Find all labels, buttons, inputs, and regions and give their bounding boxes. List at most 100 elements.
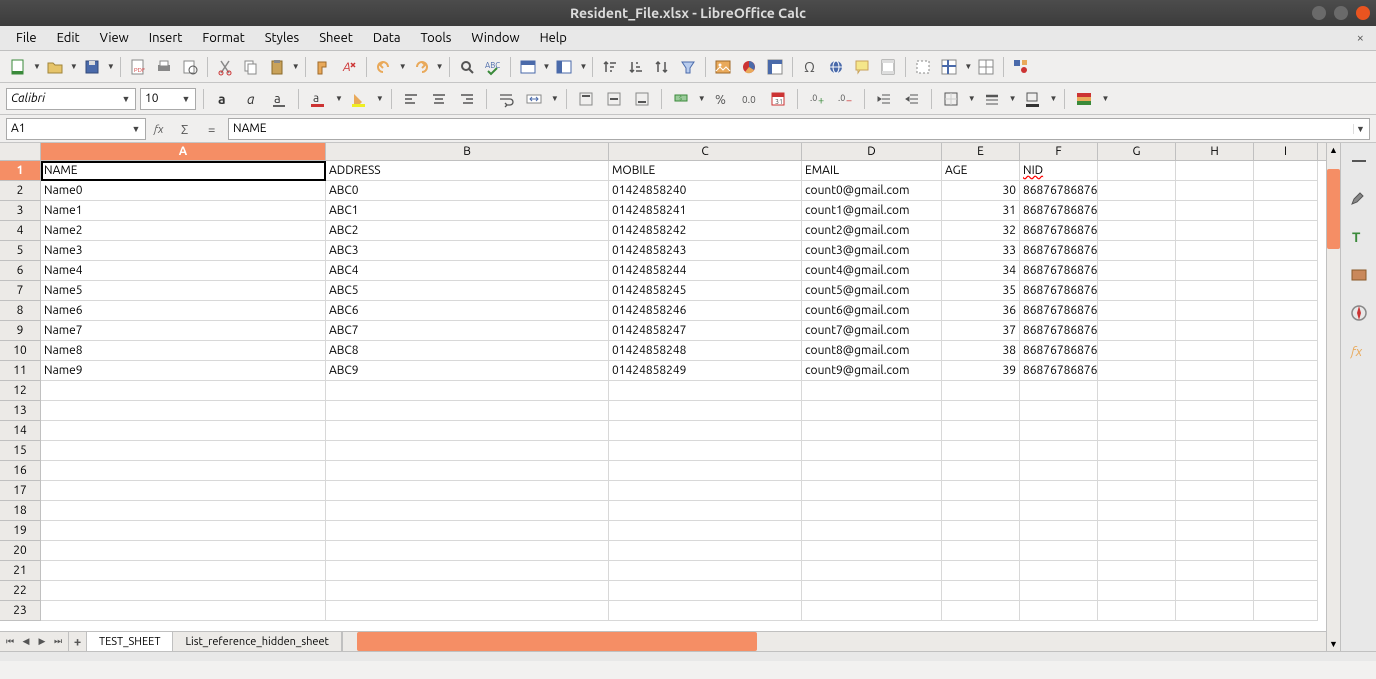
cell-B2[interactable]: ABC0 (326, 181, 609, 201)
cell-H9[interactable] (1176, 321, 1254, 341)
row-header-17[interactable]: 17 (0, 481, 41, 501)
cell-I23[interactable] (1254, 601, 1318, 621)
cell-B15[interactable] (326, 441, 609, 461)
cell-G20[interactable] (1098, 541, 1176, 561)
cell-A14[interactable] (41, 421, 326, 441)
cell-I5[interactable] (1254, 241, 1318, 261)
cell-B4[interactable]: ABC2 (326, 221, 609, 241)
sidebar-gallery-icon[interactable] (1347, 263, 1371, 287)
cell-E12[interactable] (942, 381, 1020, 401)
cell-E8[interactable]: 36 (942, 301, 1020, 321)
row-header-10[interactable]: 10 (0, 341, 41, 361)
column-header-E[interactable]: E (942, 143, 1020, 160)
undo-button[interactable] (372, 55, 396, 79)
cell-E14[interactable] (942, 421, 1020, 441)
cell-B12[interactable] (326, 381, 609, 401)
scroll-up-button[interactable]: ▲ (1327, 143, 1340, 157)
cell-C3[interactable]: 01424858241 (609, 201, 802, 221)
vscroll-thumb[interactable] (1327, 169, 1340, 249)
save-button[interactable] (80, 55, 104, 79)
row-header-6[interactable]: 6 (0, 261, 41, 281)
cell-B8[interactable]: ABC6 (326, 301, 609, 321)
menu-data[interactable]: Data (363, 28, 411, 48)
cell-F13[interactable] (1020, 401, 1098, 421)
cell-F2[interactable]: 86876786876870 (1020, 181, 1098, 201)
cell-F9[interactable]: 86876786876877 (1020, 321, 1098, 341)
cell-C14[interactable] (609, 421, 802, 441)
cell-D13[interactable] (802, 401, 942, 421)
font-size-combo[interactable]: 10▼ (140, 88, 196, 110)
cell-H21[interactable] (1176, 561, 1254, 581)
border-color-button[interactable] (1021, 87, 1045, 111)
align-top-button[interactable] (574, 87, 598, 111)
cell-C13[interactable] (609, 401, 802, 421)
menu-insert[interactable]: Insert (139, 28, 193, 48)
dropdown-arrow-icon[interactable]: ▼ (292, 62, 300, 71)
cell-D3[interactable]: count1@gmail.com (802, 201, 942, 221)
cell-A22[interactable] (41, 581, 326, 601)
cell-I6[interactable] (1254, 261, 1318, 281)
cell-G9[interactable] (1098, 321, 1176, 341)
cell-B11[interactable]: ABC9 (326, 361, 609, 381)
dropdown-arrow-icon[interactable]: ▼ (70, 62, 78, 71)
cell-I12[interactable] (1254, 381, 1318, 401)
define-print-area-button[interactable] (911, 55, 935, 79)
cell-D1[interactable]: EMAIL (802, 161, 942, 181)
cell-I19[interactable] (1254, 521, 1318, 541)
cell-E13[interactable] (942, 401, 1020, 421)
cell-F14[interactable] (1020, 421, 1098, 441)
row-header-22[interactable]: 22 (0, 581, 41, 601)
comment-button[interactable] (850, 55, 874, 79)
cell-B3[interactable]: ABC1 (326, 201, 609, 221)
cell-G22[interactable] (1098, 581, 1176, 601)
row-header-3[interactable]: 3 (0, 201, 41, 221)
cell-G15[interactable] (1098, 441, 1176, 461)
cell-G2[interactable] (1098, 181, 1176, 201)
bold-button[interactable]: a (211, 87, 235, 111)
cell-F4[interactable]: 86876786876872 (1020, 221, 1098, 241)
column-header-G[interactable]: G (1098, 143, 1176, 160)
row-header-8[interactable]: 8 (0, 301, 41, 321)
column-header-F[interactable]: F (1020, 143, 1098, 160)
row-header-20[interactable]: 20 (0, 541, 41, 561)
scroll-down-button[interactable]: ▼ (1327, 637, 1340, 651)
cell-H5[interactable] (1176, 241, 1254, 261)
cell-A3[interactable]: Name1 (41, 201, 326, 221)
cell-E6[interactable]: 34 (942, 261, 1020, 281)
freeze-rows-cols-button[interactable] (937, 55, 961, 79)
formula-button[interactable]: = (202, 118, 224, 140)
dropdown-arrow-icon[interactable]: ▼ (1101, 94, 1109, 103)
cell-A12[interactable] (41, 381, 326, 401)
cell-I15[interactable] (1254, 441, 1318, 461)
cell-F5[interactable]: 86876786876873 (1020, 241, 1098, 261)
cell-G1[interactable] (1098, 161, 1176, 181)
cell-D22[interactable] (802, 581, 942, 601)
cell-A9[interactable]: Name7 (41, 321, 326, 341)
cell-I2[interactable] (1254, 181, 1318, 201)
print-button[interactable] (152, 55, 176, 79)
cell-I8[interactable] (1254, 301, 1318, 321)
cell-H11[interactable] (1176, 361, 1254, 381)
cell-A13[interactable] (41, 401, 326, 421)
cell-G11[interactable] (1098, 361, 1176, 381)
cell-B6[interactable]: ABC4 (326, 261, 609, 281)
column-header-C[interactable]: C (609, 143, 802, 160)
cell-D17[interactable] (802, 481, 942, 501)
cell-C7[interactable]: 01424858245 (609, 281, 802, 301)
column-header-D[interactable]: D (802, 143, 942, 160)
cell-E2[interactable]: 30 (942, 181, 1020, 201)
sidebar-functions-icon[interactable]: fx (1347, 339, 1371, 363)
document-close-button[interactable]: × (1351, 31, 1370, 45)
cell-F7[interactable]: 86876786876875 (1020, 281, 1098, 301)
sort-button[interactable] (650, 55, 674, 79)
cell-G23[interactable] (1098, 601, 1176, 621)
cell-I11[interactable] (1254, 361, 1318, 381)
font-name-combo[interactable]: Calibri▼ (6, 88, 136, 110)
cell-H13[interactable] (1176, 401, 1254, 421)
cell-E18[interactable] (942, 501, 1020, 521)
sheet-tab-2[interactable]: List_reference_hidden_sheet (173, 632, 341, 651)
select-all-corner[interactable] (0, 143, 41, 160)
cell-D14[interactable] (802, 421, 942, 441)
cell-E15[interactable] (942, 441, 1020, 461)
cell-E1[interactable]: AGE (942, 161, 1020, 181)
